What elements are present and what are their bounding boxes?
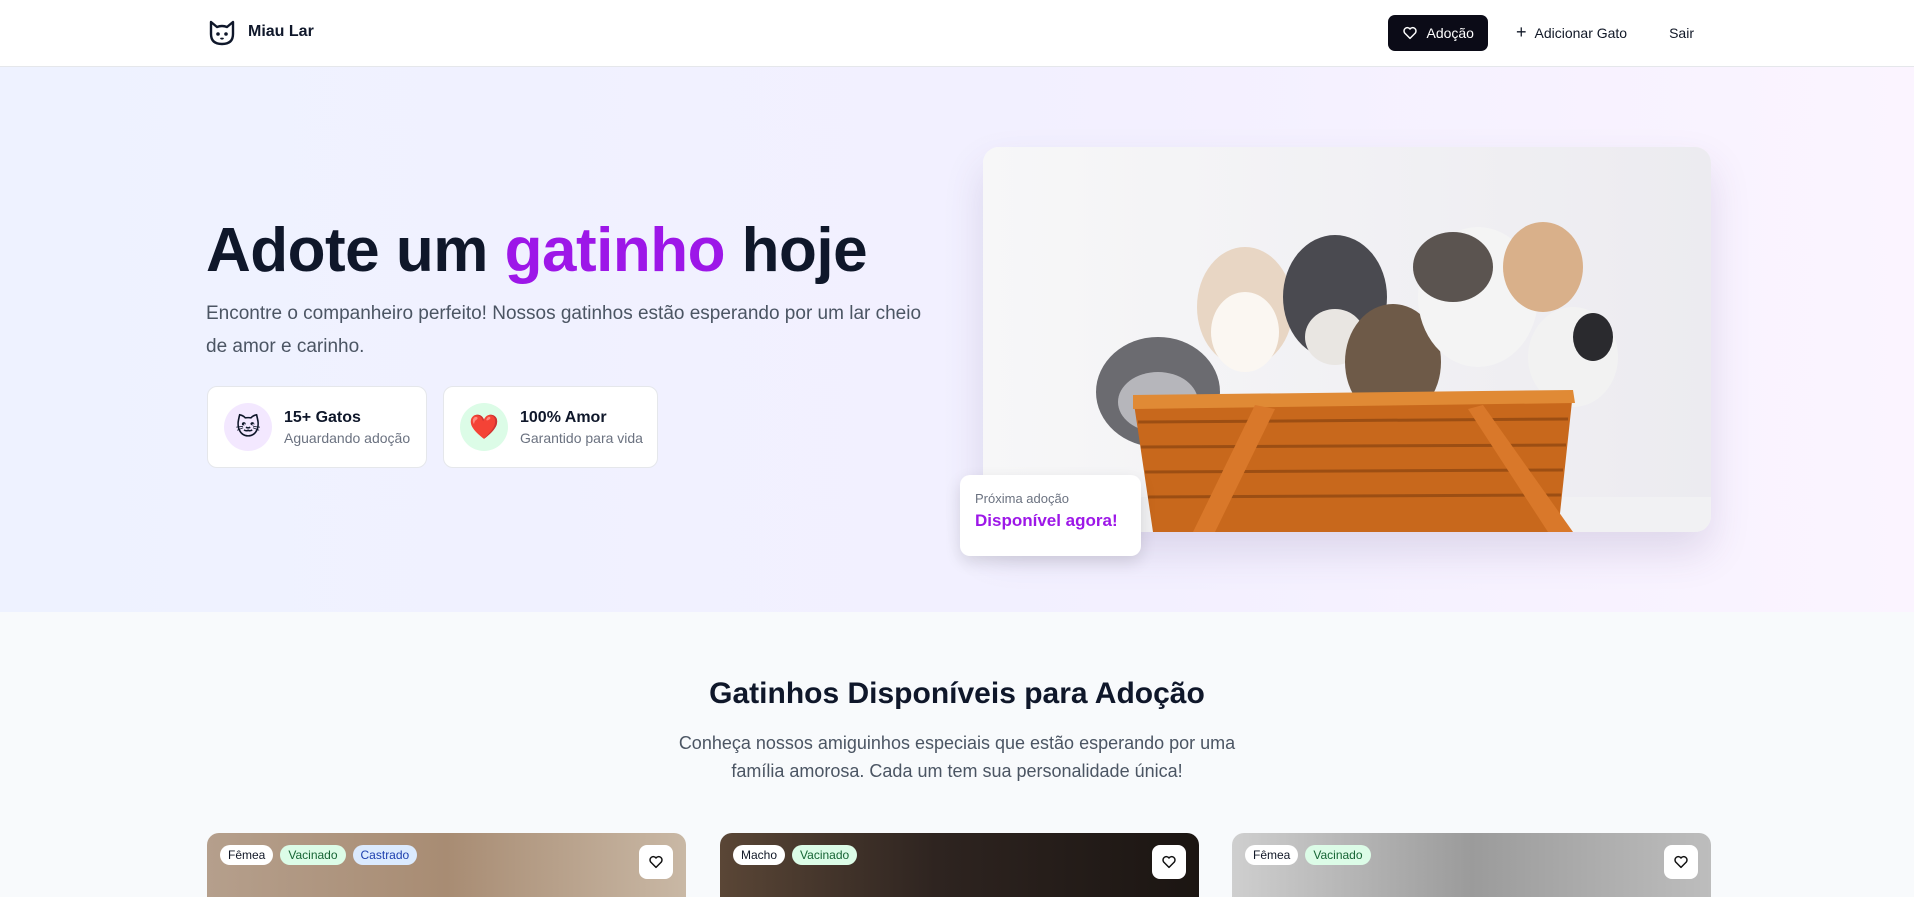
tag-gender: Fêmea bbox=[220, 845, 274, 865]
cat-emoji-icon: 🐱 bbox=[224, 403, 272, 451]
hero-section: Adote um gatinho hoje Encontre o companh… bbox=[0, 67, 1914, 612]
hero-subtitle: Encontre o companheiro perfeito! Nossos … bbox=[206, 303, 922, 357]
plus-icon: + bbox=[1515, 22, 1527, 42]
hero-title-part1: Adote um bbox=[206, 216, 505, 285]
cat-tags: Macho Vacinado bbox=[733, 845, 858, 865]
cat-tags: Fêmea Vacinado bbox=[1245, 845, 1371, 865]
add-cat-button-label: Adicionar Gato bbox=[1534, 25, 1628, 41]
stat-card-love: ❤️ 100% Amor Garantido para vida bbox=[443, 386, 658, 468]
stat-subtitle: Aguardando adoção bbox=[284, 429, 411, 446]
tag-gender: Macho bbox=[733, 845, 786, 865]
adoption-button-label: Adoção bbox=[1426, 25, 1474, 41]
listing-title: Gatinhos Disponíveis para Adoção bbox=[709, 677, 1205, 710]
tag-neutered: Castrado bbox=[352, 845, 418, 865]
tag-vaccinated: Vacinado bbox=[1305, 845, 1371, 865]
heart-icon bbox=[1403, 26, 1418, 40]
stat-subtitle: Garantido para vida bbox=[520, 429, 643, 446]
favorite-button[interactable] bbox=[1664, 845, 1698, 879]
hero-title-part2: hoje bbox=[724, 216, 868, 285]
logout-button[interactable]: Sair bbox=[1655, 15, 1708, 51]
favorite-button[interactable] bbox=[639, 845, 673, 879]
next-adoption-label: Próxima adoção bbox=[975, 491, 1069, 506]
heart-emoji-icon: ❤️ bbox=[460, 403, 508, 451]
heart-icon bbox=[649, 855, 663, 869]
heart-icon bbox=[1162, 855, 1176, 869]
cat-logo-icon bbox=[209, 20, 235, 46]
nav-actions: Adoção + Adicionar Gato Sair bbox=[1388, 15, 1708, 51]
cat-tags: Fêmea Vacinado Castrado bbox=[220, 845, 418, 865]
tag-vaccinated: Vacinado bbox=[280, 845, 346, 865]
top-navbar: Miau Lar Adoção + Adicionar Gato Sair bbox=[0, 0, 1914, 67]
hero-title-accent: gatinho bbox=[504, 216, 726, 285]
tag-gender: Fêmea bbox=[1245, 845, 1299, 865]
brand[interactable]: Miau Lar bbox=[206, 16, 314, 48]
logout-button-label: Sair bbox=[1669, 25, 1694, 41]
stat-title: 100% Amor bbox=[520, 408, 607, 426]
brand-name: Miau Lar bbox=[248, 23, 314, 40]
cat-card[interactable]: Macho Vacinado bbox=[720, 833, 1199, 897]
adoption-button[interactable]: Adoção bbox=[1388, 15, 1488, 51]
favorite-button[interactable] bbox=[1152, 845, 1186, 879]
next-adoption-value: Disponível agora! bbox=[975, 511, 1118, 530]
heart-icon bbox=[1674, 855, 1688, 869]
stat-title: 15+ Gatos bbox=[284, 408, 361, 426]
next-adoption-card: Próxima adoção Disponível agora! bbox=[960, 475, 1141, 556]
cat-card[interactable]: Fêmea Vacinado bbox=[1232, 833, 1711, 897]
listing-subtitle: Conheça nossos amiguinhos especiais que … bbox=[678, 733, 1236, 781]
hero-title: Adote um gatinho hoje bbox=[206, 215, 868, 286]
tag-vaccinated: Vacinado bbox=[792, 845, 858, 865]
cat-card[interactable]: Fêmea Vacinado Castrado bbox=[207, 833, 686, 897]
stat-card-cats: 🐱 15+ Gatos Aguardando adoção bbox=[207, 386, 427, 468]
add-cat-button[interactable]: + Adicionar Gato bbox=[1502, 15, 1641, 51]
